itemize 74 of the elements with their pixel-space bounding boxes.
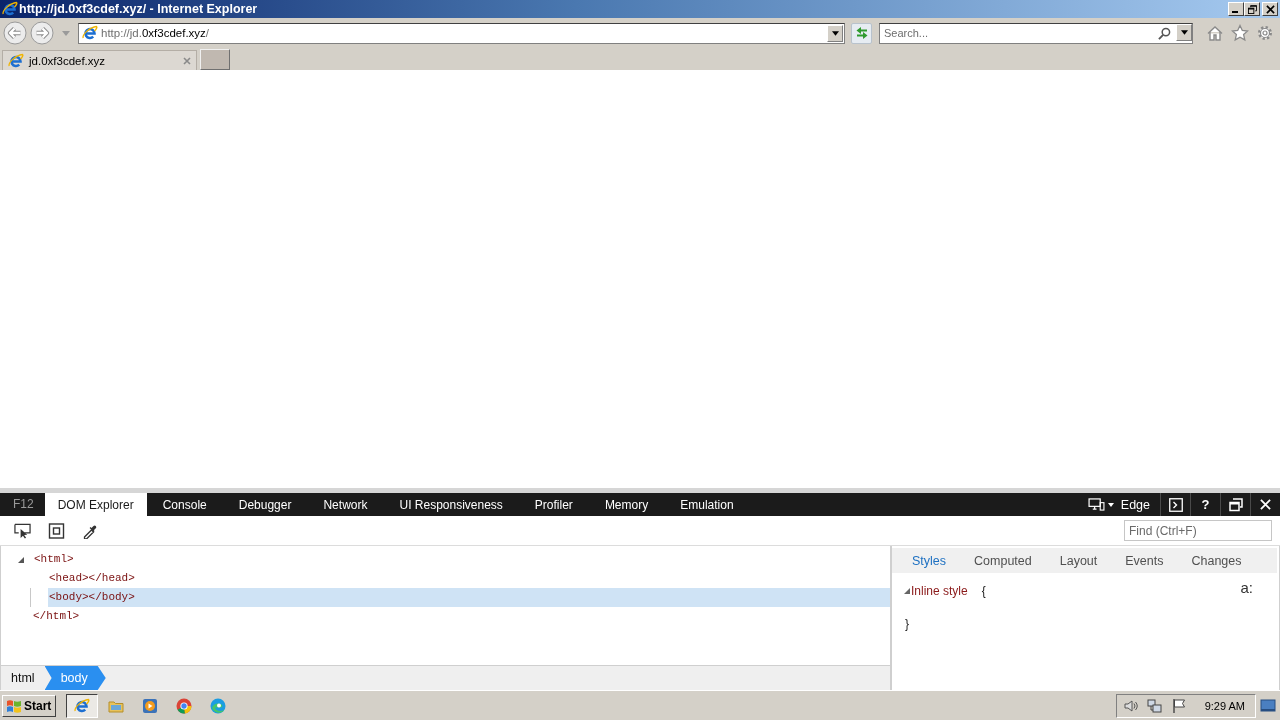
- star-icon[interactable]: [1231, 24, 1249, 42]
- breadcrumb[interactable]: html: [1, 666, 45, 690]
- pseudo-class-toggle[interactable]: a:: [1238, 579, 1255, 596]
- tree-expander-icon[interactable]: [18, 556, 24, 563]
- devtools-tab[interactable]: Emulation: [664, 493, 750, 516]
- pane-tab[interactable]: Layout: [1045, 548, 1112, 573]
- devtools-tab[interactable]: Console: [146, 493, 223, 516]
- devtools-tab[interactable]: Debugger: [222, 493, 308, 516]
- close-icon: [1260, 499, 1271, 510]
- browser-tab[interactable]: jd.0xf3cdef.xyz: [2, 50, 197, 70]
- tab-title: jd.0xf3cdef.xyz: [29, 54, 106, 67]
- find-field[interactable]: Find (Ctrl+F): [1124, 520, 1272, 541]
- settings-icon[interactable]: [1256, 24, 1274, 42]
- address-field[interactable]: http://jd.0xf3cdef.xyz/: [78, 22, 845, 44]
- eyedropper-icon[interactable]: [82, 522, 99, 539]
- e-logo-icon: [8, 52, 24, 69]
- box-model-icon[interactable]: [48, 522, 65, 539]
- search-field[interactable]: Search...: [879, 22, 1193, 44]
- devtools-tab[interactable]: UI Responsiveness: [383, 493, 519, 516]
- home-icon[interactable]: [1206, 24, 1224, 42]
- terminal-icon: [1168, 497, 1183, 512]
- taskbar-app-button[interactable]: [66, 693, 99, 718]
- pane-tab[interactable]: Changes: [1177, 548, 1256, 573]
- devtools-tab[interactable]: Network: [307, 493, 384, 516]
- caret-icon: [1107, 502, 1114, 507]
- expander-icon[interactable]: [904, 587, 910, 594]
- restore-icon: [1247, 4, 1257, 14]
- caret-icon: [831, 30, 839, 36]
- e-logo-icon: [82, 25, 98, 41]
- clock: 9:29 AM: [1204, 699, 1245, 712]
- back-button[interactable]: [3, 21, 27, 45]
- restore-icon: [1228, 497, 1243, 512]
- close-brace: }: [905, 616, 909, 631]
- pane-tab[interactable]: Events: [1111, 548, 1178, 573]
- dom-node[interactable]: </html>: [32, 607, 80, 626]
- network-computers-icon[interactable]: [1146, 697, 1163, 714]
- url-text: http://jd.0xf3cdef.xyz/: [101, 27, 210, 39]
- start-button[interactable]: Start: [2, 694, 57, 717]
- address-dropdown-button[interactable]: [827, 24, 843, 42]
- forward-button[interactable]: [30, 21, 54, 45]
- dom-node[interactable]: <html>: [33, 550, 74, 569]
- devtools-tab[interactable]: Profiler: [518, 493, 589, 516]
- new-tab-button[interactable]: [200, 49, 230, 70]
- refresh-button[interactable]: [851, 22, 872, 44]
- pane-tab[interactable]: Computed: [960, 548, 1046, 573]
- search-icon[interactable]: [1158, 26, 1171, 40]
- refresh-arrows-icon: [854, 26, 869, 40]
- tricolor-circle-icon: [176, 697, 193, 714]
- speaker-icon[interactable]: [1122, 697, 1139, 714]
- help-button[interactable]: ?: [1190, 493, 1220, 516]
- windows-flag-icon: [6, 697, 22, 714]
- dom-node[interactable]: <body></body>: [48, 588, 890, 607]
- minimize-icon: [1232, 11, 1238, 13]
- pane-tab[interactable]: Styles: [898, 548, 961, 573]
- open-brace: {: [981, 583, 986, 598]
- dom-node[interactable]: <head></head>: [48, 569, 135, 588]
- document-mode-dropdown[interactable]: Edge: [1083, 493, 1160, 516]
- devtools-tab[interactable]: Memory: [588, 493, 665, 516]
- swirl-icon: [210, 697, 227, 714]
- show-desktop-icon[interactable]: [1260, 697, 1276, 714]
- monitor-icon: [1087, 498, 1105, 511]
- caret-icon: [1180, 29, 1188, 35]
- close-icon: [1265, 4, 1275, 14]
- restore-button[interactable]: [1244, 2, 1260, 16]
- devtools-label: F12: [12, 496, 35, 513]
- play-icon: [142, 697, 159, 714]
- window-title: http://jd.0xf3cdef.xyz/ - Internet Explorer: [19, 2, 258, 16]
- select-element-icon[interactable]: [14, 522, 31, 539]
- rule-selector: Inline style: [911, 583, 968, 598]
- flag-icon[interactable]: [1170, 697, 1187, 714]
- e-logo-icon: [74, 697, 91, 714]
- e-logo-icon: [2, 1, 18, 17]
- devtools-tab[interactable]: DOM Explorer: [44, 493, 147, 516]
- minimize-button[interactable]: [1228, 2, 1244, 16]
